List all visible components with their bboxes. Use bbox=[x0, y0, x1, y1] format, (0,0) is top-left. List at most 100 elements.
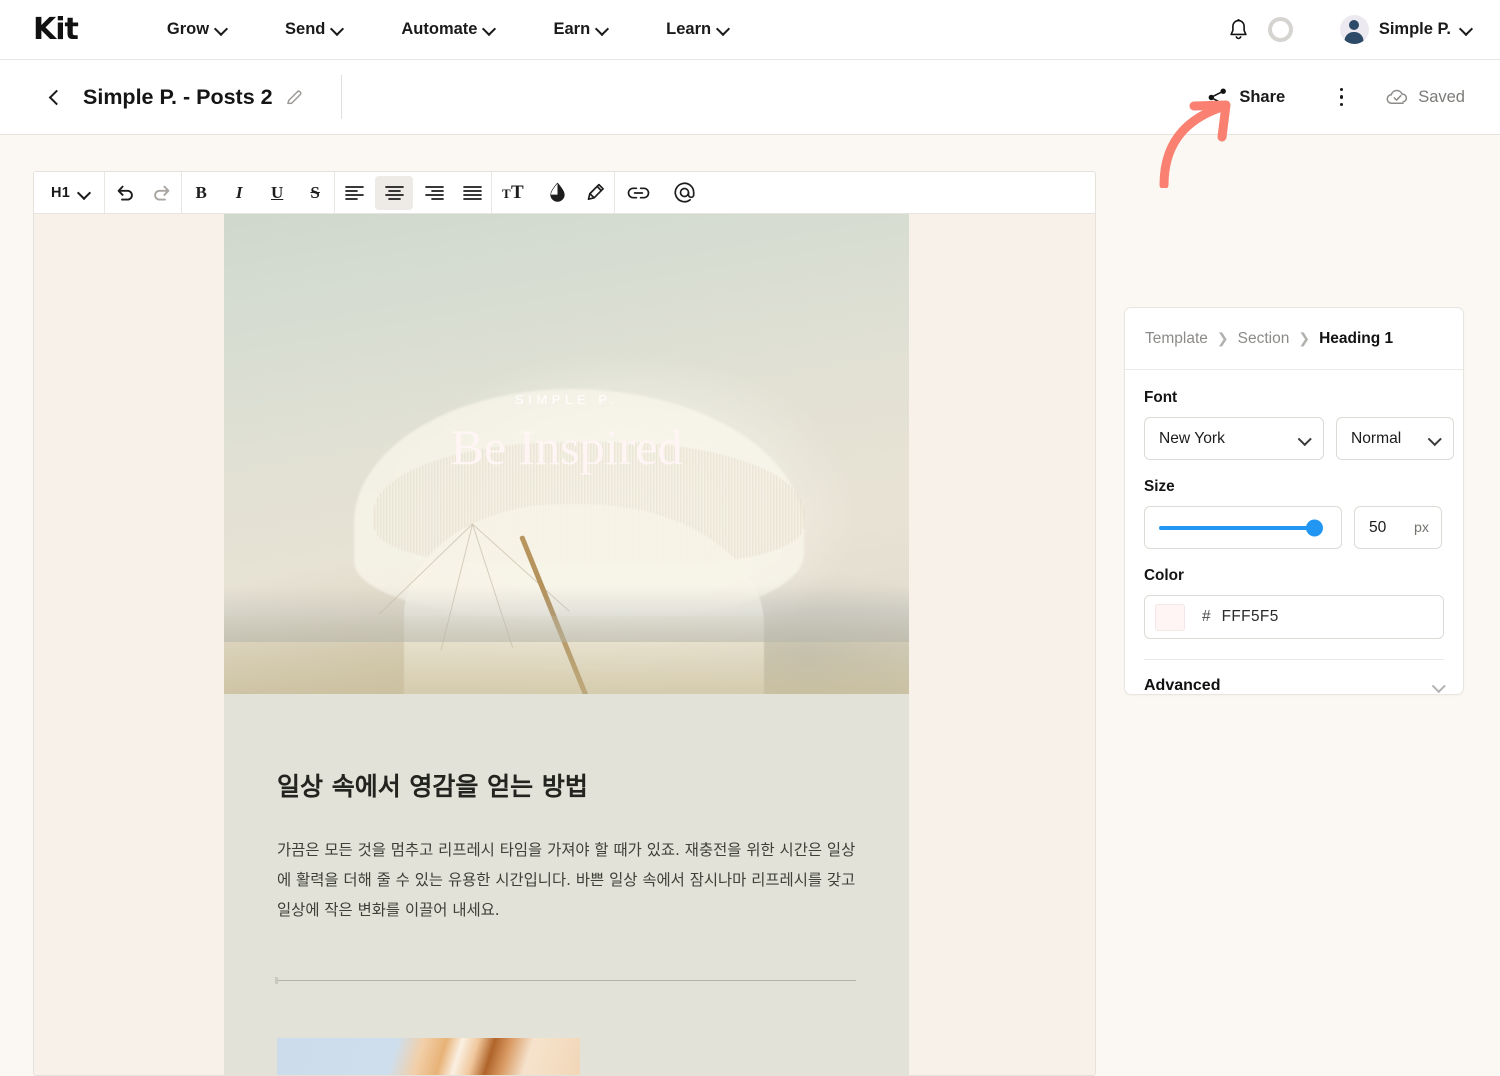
header-divider bbox=[340, 75, 342, 119]
align-left-icon bbox=[344, 185, 364, 200]
chevron-right-icon: ❯ bbox=[1298, 330, 1311, 346]
color-hex-value: FFF5F5 bbox=[1221, 608, 1279, 625]
editor-workspace: H1 B I U S T T SIMPLE P. Be Inspired 일상 … bbox=[0, 136, 1500, 1076]
chevron-down-icon bbox=[484, 24, 495, 35]
link-icon bbox=[627, 186, 649, 199]
notifications-button[interactable] bbox=[1218, 9, 1260, 51]
kit-logo[interactable]: Kit bbox=[33, 12, 79, 47]
font-weight-value: Normal bbox=[1351, 429, 1402, 447]
user-menu[interactable]: Simple P. bbox=[1339, 15, 1472, 44]
advanced-section-toggle[interactable]: Advanced bbox=[1125, 660, 1463, 694]
hero-eyebrow: SIMPLE P. bbox=[514, 392, 619, 407]
pencil-icon[interactable] bbox=[285, 88, 304, 107]
color-swatch[interactable] bbox=[1155, 603, 1185, 631]
nav-item-learn[interactable]: Learn bbox=[637, 0, 758, 60]
share-label: Share bbox=[1239, 87, 1286, 106]
mention-button[interactable] bbox=[661, 172, 707, 214]
save-status: Saved bbox=[1386, 88, 1465, 107]
color-label: Color bbox=[1144, 567, 1184, 584]
toolbar-group-text-style: B I U S bbox=[182, 172, 336, 214]
document-actions: Share Saved bbox=[1203, 81, 1465, 114]
align-center-button[interactable] bbox=[375, 175, 414, 210]
chevron-down-icon bbox=[718, 24, 729, 35]
share-nodes-icon bbox=[1208, 88, 1227, 106]
font-size-unit: px bbox=[1414, 519, 1429, 536]
breadcrumb-section[interactable]: Section bbox=[1238, 330, 1290, 348]
back-button[interactable] bbox=[45, 87, 65, 107]
kebab-dot bbox=[1339, 102, 1343, 107]
main-menu: Grow Send Automate Earn Learn bbox=[138, 0, 758, 60]
chevron-right-icon: ❯ bbox=[1216, 330, 1229, 346]
hero-heading[interactable]: Be Inspired bbox=[224, 420, 909, 475]
hero-image-block[interactable]: SIMPLE P. Be Inspired bbox=[224, 214, 909, 694]
secondary-image-block[interactable] bbox=[277, 1038, 580, 1075]
redo-button[interactable] bbox=[143, 172, 181, 214]
kebab-dot bbox=[1339, 87, 1343, 92]
formatting-toolbar: H1 B I U S T T bbox=[34, 172, 1095, 214]
redo-icon bbox=[153, 185, 169, 201]
nav-label: Send bbox=[285, 20, 326, 38]
hero-text-block[interactable]: SIMPLE P. Be Inspired bbox=[224, 392, 909, 475]
breadcrumb: Template ❯ Section ❯ Heading 1 bbox=[1125, 308, 1463, 370]
bold-button[interactable]: B bbox=[182, 172, 220, 214]
email-content-section: 일상 속에서 영감을 얻는 방법 가끔은 모든 것을 멈추고 리프레시 타임을 … bbox=[224, 694, 909, 1075]
font-size-slider[interactable] bbox=[1144, 506, 1342, 549]
nav-label: Grow bbox=[166, 20, 210, 38]
post-title[interactable]: 일상 속에서 영감을 얻는 방법 bbox=[277, 770, 856, 804]
chevron-down-icon bbox=[1430, 434, 1440, 444]
font-weight-select[interactable]: Normal bbox=[1336, 417, 1454, 460]
cloud-check-icon bbox=[1386, 89, 1408, 104]
align-justify-button[interactable] bbox=[453, 172, 491, 214]
more-options-button[interactable] bbox=[1326, 82, 1356, 112]
nav-item-send[interactable]: Send bbox=[256, 0, 372, 60]
font-label: Font bbox=[1144, 389, 1178, 406]
font-family-select[interactable]: New York bbox=[1144, 417, 1324, 460]
app-root: Kit Grow Send Automate Earn Learn Simple… bbox=[0, 0, 1500, 1076]
color-input[interactable]: # FFF5F5 bbox=[1144, 595, 1444, 639]
chevron-down-icon bbox=[79, 188, 89, 198]
toolbar-group-appearance: T T bbox=[492, 172, 616, 214]
chevron-down-icon bbox=[332, 24, 343, 35]
breadcrumb-current: Heading 1 bbox=[1319, 329, 1394, 347]
italic-button[interactable]: I bbox=[220, 172, 258, 214]
underline-button[interactable]: U bbox=[258, 172, 296, 214]
text-size-icon: T T bbox=[502, 183, 524, 202]
nav-label: Learn bbox=[666, 20, 712, 38]
text-color-button[interactable] bbox=[538, 172, 576, 214]
slider-thumb[interactable] bbox=[1306, 519, 1324, 536]
post-body-text[interactable]: 가끔은 모든 것을 멈추고 리프레시 타임을 가져야 할 때가 있죠. 재충전을… bbox=[277, 836, 856, 926]
hash-symbol: # bbox=[1202, 608, 1211, 625]
chevron-down-icon bbox=[1434, 681, 1444, 691]
panel-controls: Font New York Normal Size 50 px Color # … bbox=[1125, 370, 1463, 660]
page-title: Simple P. - Posts 2 bbox=[83, 84, 273, 109]
undo-button[interactable] bbox=[105, 172, 143, 214]
bold-icon: B bbox=[195, 182, 207, 202]
nav-item-grow[interactable]: Grow bbox=[138, 0, 256, 60]
font-size-input[interactable]: 50 px bbox=[1354, 506, 1442, 549]
highlight-button[interactable] bbox=[576, 172, 614, 214]
highlighter-icon bbox=[587, 183, 604, 201]
align-left-button[interactable] bbox=[335, 172, 373, 214]
align-justify-icon bbox=[462, 185, 482, 200]
strikethrough-button[interactable]: S bbox=[296, 172, 334, 214]
nav-item-automate[interactable]: Automate bbox=[372, 0, 524, 60]
nav-item-earn[interactable]: Earn bbox=[524, 0, 637, 60]
breadcrumb-template[interactable]: Template bbox=[1145, 330, 1208, 348]
strikethrough-icon: S bbox=[310, 182, 320, 202]
align-right-button[interactable] bbox=[415, 172, 453, 214]
size-label: Size bbox=[1144, 478, 1175, 495]
block-format-select[interactable]: H1 bbox=[34, 172, 104, 214]
chevron-down-icon bbox=[597, 24, 608, 35]
top-navigation-bar: Kit Grow Send Automate Earn Learn Simple… bbox=[0, 0, 1500, 60]
link-button[interactable] bbox=[615, 172, 661, 214]
nav-right-cluster: Simple P. bbox=[1218, 9, 1472, 51]
user-name-label: Simple P. bbox=[1378, 20, 1451, 38]
share-button[interactable]: Share bbox=[1203, 81, 1289, 114]
advanced-label: Advanced bbox=[1144, 677, 1221, 694]
horizontal-divider[interactable] bbox=[275, 977, 856, 985]
chevron-down-icon bbox=[1461, 24, 1472, 35]
font-size-button[interactable]: T T bbox=[492, 172, 538, 214]
progress-ring-button[interactable] bbox=[1260, 9, 1302, 51]
email-preview-scroll[interactable]: SIMPLE P. Be Inspired 일상 속에서 영감을 얻는 방법 가… bbox=[34, 214, 1095, 1075]
svg-text:T: T bbox=[511, 183, 524, 202]
